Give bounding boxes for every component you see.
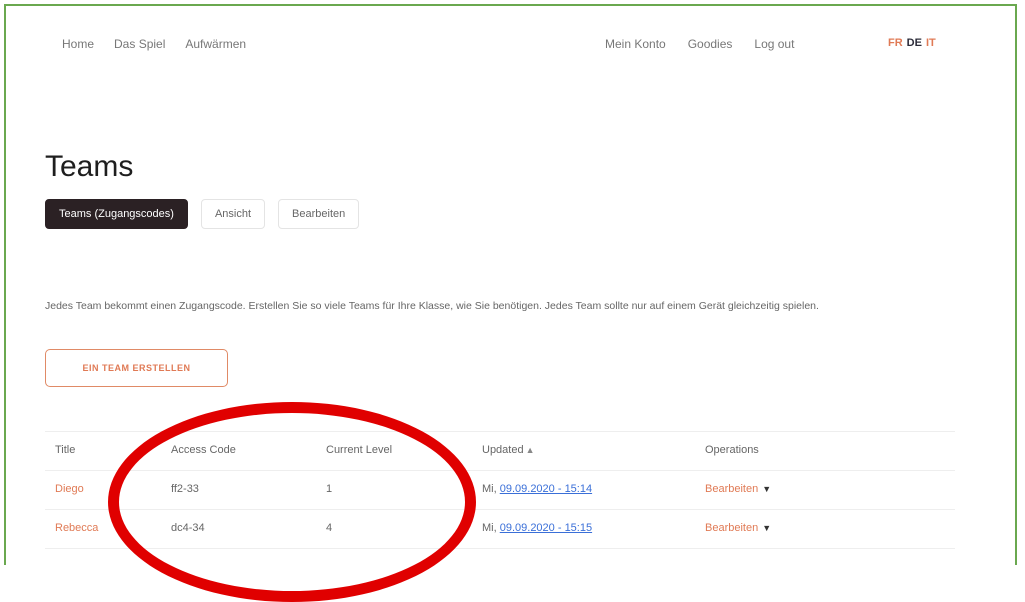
operations-cell: Bearbeiten ▼ [705, 522, 771, 534]
updated-date-link[interactable]: 09.09.2020 - 15:14 [500, 483, 592, 495]
current-level: 1 [326, 483, 333, 495]
caret-down-icon[interactable]: ▼ [762, 484, 771, 494]
team-title-link[interactable]: Rebecca [55, 522, 98, 534]
table-header-row: Title Access Code Current Level Updated ▲… [45, 431, 955, 471]
nav-log-out[interactable]: Log out [754, 37, 794, 51]
updated-date-link[interactable]: 09.09.2020 - 15:15 [500, 522, 592, 534]
lang-de[interactable]: DE [907, 37, 922, 49]
nav-das-spiel[interactable]: Das Spiel [114, 37, 165, 51]
header-current-level[interactable]: Current Level [326, 444, 392, 456]
edit-link[interactable]: Bearbeiten [705, 483, 758, 495]
tab-ansicht[interactable]: Ansicht [200, 199, 266, 229]
page-title: Teams [45, 150, 134, 183]
header-updated-label: Updated [482, 444, 524, 456]
table-row: Diego ff2-33 1 Mi, 09.09.2020 - 15:14 Be… [45, 471, 955, 510]
table-row: Rebecca dc4-34 4 Mi, 09.09.2020 - 15:15 … [45, 510, 955, 549]
nav-aufwaermen[interactable]: Aufwärmen [185, 37, 246, 51]
tab-teams-zugangscodes[interactable]: Teams (Zugangscodes) [45, 199, 188, 229]
caret-down-icon[interactable]: ▼ [762, 523, 771, 533]
tab-bearbeiten[interactable]: Bearbeiten [278, 199, 360, 229]
intro-text: Jedes Team bekommt einen Zugangscode. Er… [45, 300, 819, 312]
current-level: 4 [326, 522, 333, 534]
header-access-code[interactable]: Access Code [171, 444, 236, 456]
tab-bar: Teams (Zugangscodes) Ansicht Bearbeiten [45, 199, 360, 229]
access-code: ff2-33 [171, 483, 199, 495]
header-title[interactable]: Title [55, 444, 75, 456]
team-title-link[interactable]: Diego [55, 483, 84, 495]
edit-link[interactable]: Bearbeiten [705, 522, 758, 534]
nav-mein-konto[interactable]: Mein Konto [605, 37, 666, 51]
create-team-button[interactable]: EIN TEAM ERSTELLEN [45, 349, 228, 387]
teams-table: Title Access Code Current Level Updated ▲… [45, 431, 955, 549]
language-switcher: FR DE IT [888, 37, 936, 49]
updated-day: Mi, [482, 483, 497, 495]
lang-it[interactable]: IT [926, 37, 936, 49]
header-updated[interactable]: Updated ▲ [482, 444, 535, 456]
nav-goodies[interactable]: Goodies [688, 37, 733, 51]
access-code: dc4-34 [171, 522, 205, 534]
account-nav: Mein Konto Goodies Log out [605, 37, 794, 51]
updated-cell: Mi, 09.09.2020 - 15:14 [482, 483, 592, 495]
lang-fr[interactable]: FR [888, 37, 903, 49]
sort-asc-icon: ▲ [525, 445, 535, 455]
header-operations: Operations [705, 444, 759, 456]
operations-cell: Bearbeiten ▼ [705, 483, 771, 495]
main-nav: Home Das Spiel Aufwärmen [62, 37, 246, 51]
updated-day: Mi, [482, 522, 497, 534]
nav-home[interactable]: Home [62, 37, 94, 51]
updated-cell: Mi, 09.09.2020 - 15:15 [482, 522, 592, 534]
